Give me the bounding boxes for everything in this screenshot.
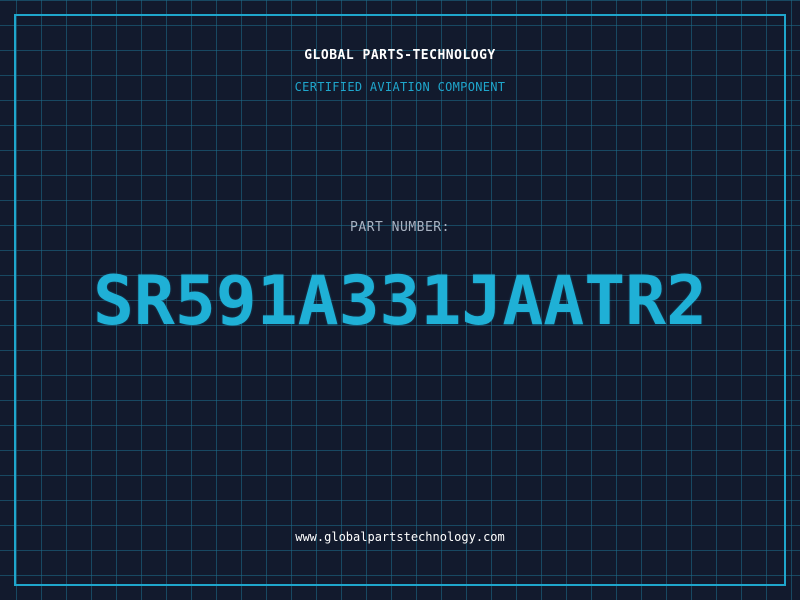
certification-tagline: CERTIFIED AVIATION COMPONENT — [294, 80, 506, 94]
website-url: www.globalpartstechnology.com — [295, 530, 505, 544]
part-number-label: PART NUMBER: — [350, 220, 450, 235]
company-name: GLOBAL PARTS-TECHNOLOGY — [304, 48, 496, 63]
part-number-value: SR591A331JAATR2 — [92, 262, 708, 341]
